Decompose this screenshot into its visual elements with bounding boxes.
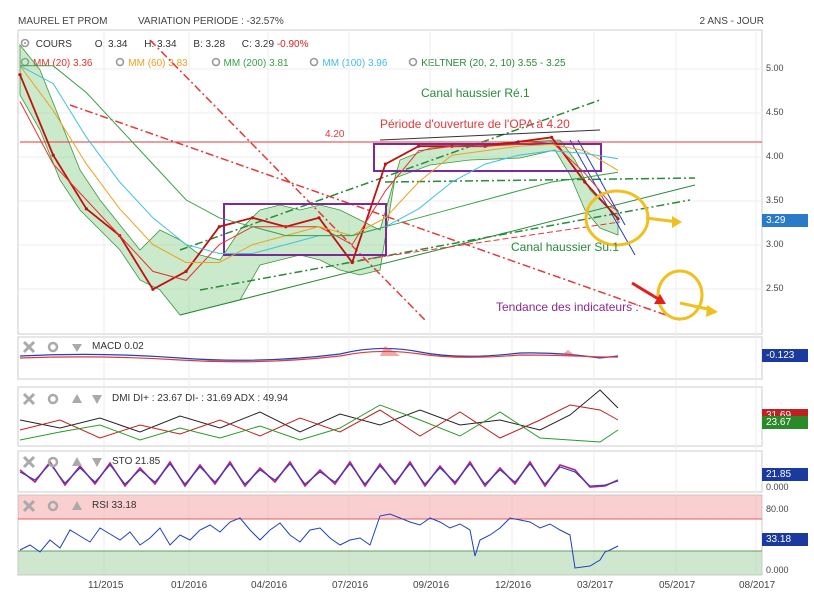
x-tick: 01/2016 xyxy=(171,580,208,591)
dmi-adx: ADX : 49.94 xyxy=(234,393,288,404)
price-point xyxy=(217,225,221,229)
y-tick: 3.50 xyxy=(766,195,784,205)
sto-label: STO xyxy=(112,456,133,467)
x-tick: 12/2016 xyxy=(495,580,532,591)
arrow-up-icon[interactable] xyxy=(72,457,82,466)
y-tick: 5.00 xyxy=(766,63,784,73)
close-icon[interactable] xyxy=(22,392,36,406)
price-point xyxy=(516,140,520,144)
price-point xyxy=(84,207,88,211)
price-point xyxy=(417,144,421,148)
top-line-dark xyxy=(379,129,601,141)
opa-level-annotation: 4.20 xyxy=(325,129,345,140)
gear-icon[interactable] xyxy=(47,456,59,468)
indicator-circle xyxy=(656,269,704,321)
dmi-di-minus: DI- : 31.69 xyxy=(185,393,232,404)
dmi-di-plus: DI+ : 23.67 xyxy=(133,393,183,404)
rsi-value: 33.18 xyxy=(111,500,137,511)
sto-legend[interactable]: STO 21.85 xyxy=(112,456,160,467)
arrow-down-icon[interactable] xyxy=(92,458,102,467)
gear-icon[interactable] xyxy=(47,341,59,353)
arrow-down-line xyxy=(631,281,661,302)
tendance-annotation: Tendance des indicateurs : xyxy=(496,300,639,314)
rsi-tick: 80.00 xyxy=(766,504,789,514)
x-tick: 07/2016 xyxy=(332,580,369,591)
price-point xyxy=(317,216,321,220)
macd-tag: -0.123 xyxy=(762,349,808,362)
trendlines xyxy=(20,39,762,321)
price-point xyxy=(550,135,554,139)
current-price-tag: 3.29 xyxy=(762,214,808,227)
sto-value: 21.85 xyxy=(135,456,161,467)
rsi-label: RSI xyxy=(92,500,109,511)
price-point xyxy=(184,269,188,273)
x-tick: 11/2015 xyxy=(88,580,124,591)
macd-legend[interactable]: MACD 0.02 xyxy=(92,341,144,352)
y-tick: 3.00 xyxy=(766,239,784,249)
price-point xyxy=(616,217,620,221)
dmi-label: DMI xyxy=(112,393,131,404)
macd-value: 0.02 xyxy=(124,341,144,352)
canal-re-annotation: Canal haussier Ré.1 xyxy=(421,86,530,100)
x-tick: 05/2017 xyxy=(659,580,696,591)
price-point xyxy=(151,287,155,291)
y-tick: 2.50 xyxy=(766,283,784,293)
arrow-right-icon xyxy=(672,216,682,228)
canal-su-annotation: Canal haussier Su.1 xyxy=(511,240,620,254)
gear-icon[interactable] xyxy=(47,393,59,405)
price-point xyxy=(350,260,354,265)
sto-signal-series xyxy=(19,463,619,487)
x-tick: 08/2017 xyxy=(739,580,776,591)
arrow-down-icon[interactable] xyxy=(72,344,82,352)
rsi-oversold-zone xyxy=(18,551,762,575)
sto-tick: 0.000 xyxy=(766,482,789,492)
dmi-series xyxy=(19,389,619,443)
dmi-green-tag: 23.67 xyxy=(762,416,808,429)
x-tick: 04/2016 xyxy=(251,580,288,591)
opa-annotation: Période d'ouverture de l'OPA à 4.20 xyxy=(380,117,570,131)
arrow-down-icon[interactable] xyxy=(92,395,102,404)
x-tick: 03/2017 xyxy=(577,580,614,591)
price-point xyxy=(251,216,255,220)
x-tick: 09/2016 xyxy=(413,580,450,591)
sto-tag: 21.85 xyxy=(762,468,808,481)
price-point xyxy=(51,153,55,157)
channel-mid-line xyxy=(384,177,696,183)
y-tick: 4.50 xyxy=(766,107,784,117)
rsi-legend[interactable]: RSI 33.18 xyxy=(92,500,136,511)
price-point xyxy=(18,73,22,77)
price-point xyxy=(583,180,587,184)
close-icon[interactable] xyxy=(22,340,36,354)
arrow-up-icon[interactable] xyxy=(72,394,82,403)
dmi-legend[interactable]: DMI DI+ : 23.67 DI- : 31.69 ADX : 49.94 xyxy=(112,393,288,404)
arrow-right-icon-2 xyxy=(706,305,718,317)
rsi-tag: 33.18 xyxy=(762,533,808,546)
rsi-tick: 0.000 xyxy=(766,565,789,575)
y-tick: 4.00 xyxy=(766,151,784,161)
macd-label: MACD xyxy=(92,341,122,352)
close-icon[interactable] xyxy=(22,455,36,469)
chart-canvas[interactable] xyxy=(0,0,814,603)
price-point xyxy=(383,162,387,166)
